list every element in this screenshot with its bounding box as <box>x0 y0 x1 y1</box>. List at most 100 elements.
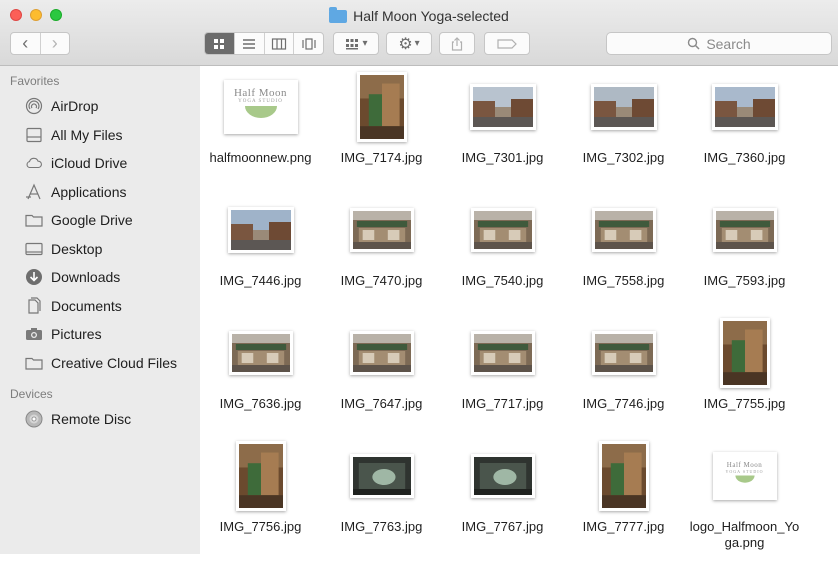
jpg-thumbnail <box>349 454 414 498</box>
window-toolbar: Half Moon Yoga-selected ‹ › ▾ ⚙ ▾ Search <box>0 0 838 66</box>
sidebar-item-label: Pictures <box>51 326 102 343</box>
file-item[interactable]: IMG_7756.jpg <box>200 441 321 564</box>
jpg-thumbnail <box>356 72 407 142</box>
file-item[interactable]: Half Moon YOGA STUDIO halfmoonnew.png <box>200 72 321 195</box>
jpg-thumbnail <box>227 207 294 253</box>
file-name: IMG_7763.jpg <box>340 519 423 534</box>
jpg-thumbnail <box>470 331 535 375</box>
share-button[interactable] <box>439 32 475 55</box>
sidebar: Favorites AirDrop All My Files iCloud Driv… <box>0 66 200 554</box>
sidebar-item-icloud-drive[interactable]: iCloud Drive <box>0 149 200 178</box>
jpg-thumbnail <box>719 318 770 388</box>
sidebar-item-remote-disc[interactable]: Remote Disc <box>0 405 200 434</box>
sidebar-item-google-drive[interactable]: Google Drive <box>0 206 200 235</box>
tags-button[interactable] <box>484 32 530 55</box>
sidebar-item-label: Google Drive <box>51 212 133 229</box>
sidebar-item-applications[interactable]: Applications <box>0 178 200 207</box>
file-item[interactable]: IMG_7174.jpg <box>321 72 442 195</box>
file-name: halfmoonnew.png <box>209 150 312 165</box>
search-field[interactable]: Search <box>606 32 832 55</box>
folder-icon <box>25 212 43 228</box>
file-name: IMG_7636.jpg <box>219 396 302 411</box>
sidebar-item-airdrop[interactable]: AirDrop <box>0 92 200 121</box>
devices-list: Remote Disc <box>0 405 200 434</box>
sidebar-item-creative-cloud-files[interactable]: Creative Cloud Files <box>0 349 200 378</box>
sidebar-item-label: iCloud Drive <box>51 155 128 172</box>
jpg-thumbnail <box>235 441 286 511</box>
arrange-button[interactable]: ▾ <box>333 32 379 55</box>
sidebar-item-label: Remote Disc <box>51 411 132 428</box>
file-thumbnail-area <box>342 318 422 388</box>
file-name: IMG_7593.jpg <box>703 273 786 288</box>
jpg-thumbnail <box>349 331 414 375</box>
cover-flow-view-button[interactable] <box>294 33 323 54</box>
file-item[interactable]: IMG_7717.jpg <box>442 318 563 441</box>
sidebar-item-documents[interactable]: Documents <box>0 292 200 321</box>
jpg-thumbnail <box>469 84 536 130</box>
chevron-down-icon: ▾ <box>362 38 368 49</box>
file-item[interactable]: Half Moon YOGA STUDIO logo_Halfmoon_Yo ga.p… <box>684 441 805 564</box>
devices-header: Devices <box>10 387 53 401</box>
sidebar-item-label: Creative Cloud Files <box>51 354 178 371</box>
sidebar-item-all-my-files[interactable]: All My Files <box>0 121 200 150</box>
jpg-thumbnail <box>470 454 535 498</box>
back-forward-control: ‹ › <box>10 32 70 55</box>
file-item[interactable]: IMG_7301.jpg <box>442 72 563 195</box>
file-name: IMG_7540.jpg <box>461 273 544 288</box>
sidebar-item-label: Desktop <box>51 240 103 257</box>
file-item[interactable]: IMG_7558.jpg <box>563 195 684 318</box>
file-name: IMG_7302.jpg <box>582 150 665 165</box>
folder-icon <box>25 355 43 371</box>
file-thumbnail-area <box>221 441 301 511</box>
sidebar-item-downloads[interactable]: Downloads <box>0 263 200 292</box>
file-name: IMG_7746.jpg <box>582 396 665 411</box>
file-browser: Half Moon YOGA STUDIO halfmoonnew.png IMG_7… <box>200 66 838 554</box>
search-placeholder: Search <box>706 35 751 52</box>
file-item[interactable]: IMG_7593.jpg <box>684 195 805 318</box>
sidebar-item-pictures[interactable]: Pictures <box>0 320 200 349</box>
column-view-icon <box>271 37 286 50</box>
folder-icon <box>329 6 348 23</box>
icon-view-button[interactable] <box>205 33 235 54</box>
sidebar-item-label: Applications <box>51 183 127 200</box>
action-button[interactable]: ⚙ ▾ <box>386 32 432 55</box>
file-item[interactable]: IMG_7763.jpg <box>321 441 442 564</box>
favorites-header: Favorites <box>10 74 60 88</box>
file-item[interactable]: IMG_7446.jpg <box>200 195 321 318</box>
file-thumbnail-area <box>705 72 785 142</box>
file-name: IMG_7360.jpg <box>703 150 786 165</box>
file-item[interactable]: IMG_7470.jpg <box>321 195 442 318</box>
view-mode-control <box>204 32 324 55</box>
sidebar-item-label: AirDrop <box>51 98 99 115</box>
file-thumbnail-area <box>221 195 301 265</box>
file-name: IMG_7777.jpg <box>582 519 665 534</box>
file-item[interactable]: IMG_7777.jpg <box>563 441 684 564</box>
file-name: logo_Halfmoon_Yo ga.png <box>689 519 800 550</box>
file-thumbnail-area <box>584 72 664 142</box>
back-button[interactable]: ‹ <box>11 33 41 54</box>
applications-icon <box>25 183 43 200</box>
file-item[interactable]: IMG_7636.jpg <box>200 318 321 441</box>
file-item[interactable]: IMG_7755.jpg <box>684 318 805 441</box>
list-view-button[interactable] <box>235 33 265 54</box>
file-thumbnail-area <box>221 318 301 388</box>
all-files-icon <box>25 127 43 143</box>
file-item[interactable]: IMG_7360.jpg <box>684 72 805 195</box>
sidebar-item-label: Documents <box>51 297 122 314</box>
file-thumbnail-area <box>705 195 785 265</box>
column-view-button[interactable] <box>265 33 295 54</box>
logo-line1: Half Moon <box>233 87 288 99</box>
file-item[interactable]: IMG_7767.jpg <box>442 441 563 564</box>
file-item[interactable]: IMG_7540.jpg <box>442 195 563 318</box>
file-item[interactable]: IMG_7647.jpg <box>321 318 442 441</box>
file-item[interactable]: IMG_7746.jpg <box>563 318 684 441</box>
share-icon <box>451 36 463 51</box>
forward-button[interactable]: › <box>41 33 70 54</box>
list-view-icon <box>243 38 256 49</box>
sidebar-item-desktop[interactable]: Desktop <box>0 235 200 264</box>
cloud-icon <box>25 155 43 171</box>
file-item[interactable]: IMG_7302.jpg <box>563 72 684 195</box>
sidebar-item-label: All My Files <box>51 126 123 143</box>
file-thumbnail-area: Half Moon YOGA STUDIO <box>705 441 785 511</box>
file-name: IMG_7446.jpg <box>219 273 302 288</box>
